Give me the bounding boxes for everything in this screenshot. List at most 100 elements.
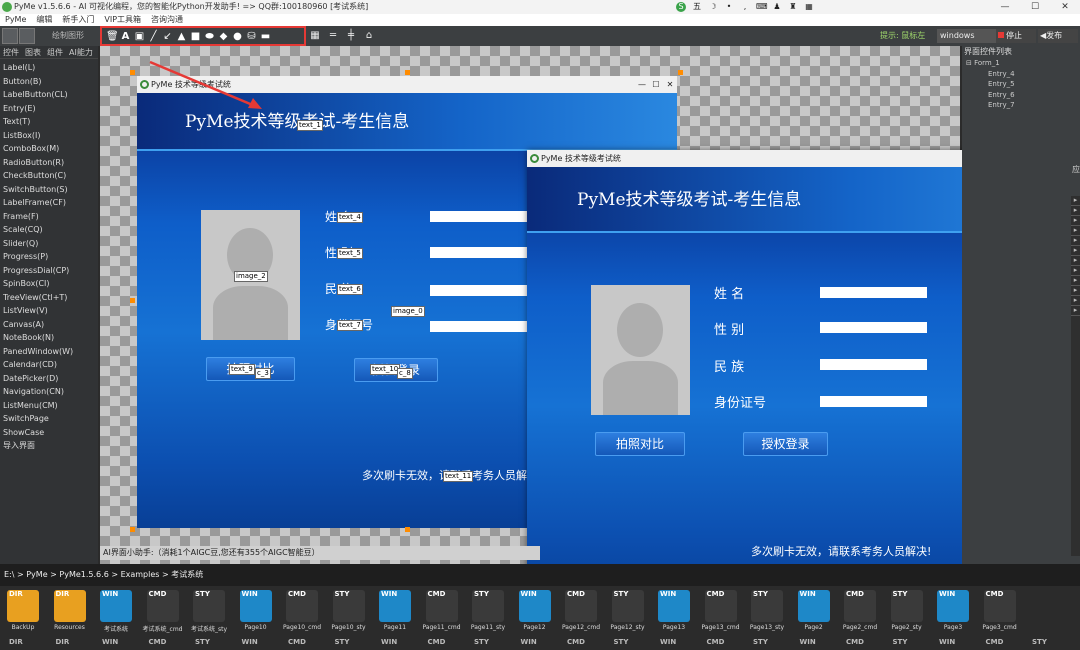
file-item[interactable]: WIN Page11 (372, 586, 419, 638)
file-item[interactable]: WIN Page10 (233, 586, 280, 638)
tab-components[interactable]: 组件 (47, 47, 63, 57)
platform-select[interactable]: windows (937, 29, 997, 43)
arrow-tool-icon[interactable]: ↙ (162, 31, 173, 42)
shirt-icon[interactable]: ♜ (788, 2, 798, 12)
widget-item[interactable]: Progress(P) (3, 250, 98, 264)
widget-item[interactable]: NoteBook(N) (3, 331, 98, 345)
triangle-tool-icon[interactable]: ▲ (176, 31, 187, 42)
ai-assistant-bar[interactable]: AI界面小助手:（消耗1个AIGC豆,您还有355个AIGC智能豆） (100, 546, 540, 560)
ellipse-tool-icon[interactable]: ⬬ (204, 31, 215, 42)
widget-item[interactable]: ComboBox(M) (3, 142, 98, 156)
design-entry-id[interactable] (430, 321, 530, 332)
tree-item-entry-4[interactable]: Entry_4 (962, 69, 1080, 80)
file-type-label[interactable]: CMD (419, 638, 466, 650)
file-type-label[interactable]: CMD (279, 638, 326, 650)
file-item[interactable]: CMD Page11_cmd (419, 586, 466, 638)
preview-entry-id[interactable] (820, 396, 927, 407)
file-type-label[interactable]: WIN (233, 638, 280, 650)
file-item[interactable]: CMD 考试系统_cmd (140, 586, 187, 638)
file-type-label[interactable]: STY (884, 638, 931, 650)
widget-item[interactable]: Entry(E) (3, 102, 98, 116)
file-item[interactable]: CMD Page12_cmd (558, 586, 605, 638)
menu-item-vip[interactable]: VIP工具箱 (104, 14, 141, 26)
preview-entry-gender[interactable] (820, 322, 927, 333)
tab-ai[interactable]: AI能力 (69, 47, 93, 57)
widget-item[interactable]: SpinBox(CI) (3, 277, 98, 291)
property-scrollbar[interactable]: ▸ ▸ ▸ ▸ ▸ ▸ ▸ ▸ ▸ ▸ ▸ ▸ (1071, 196, 1080, 556)
ime-mode[interactable]: 五 (692, 2, 702, 12)
file-item[interactable]: STY Page13_sty (744, 586, 791, 638)
file-item[interactable]: STY Page12_sty (605, 586, 652, 638)
file-type-label[interactable]: DIR (47, 638, 94, 650)
resize-handle-bm[interactable] (405, 527, 410, 532)
widget-item[interactable]: Label(L) (3, 61, 98, 75)
file-item[interactable]: CMD Page2_cmd (837, 586, 884, 638)
widget-item[interactable]: TreeView(Ctl+T) (3, 291, 98, 305)
preview-entry-ethnicity[interactable] (820, 359, 927, 370)
tab-controls[interactable]: 控件 (3, 47, 19, 57)
resize-handle-bl[interactable] (130, 527, 135, 532)
file-item[interactable]: WIN 考试系统 (93, 586, 140, 638)
file-type-label[interactable]: WIN (930, 638, 977, 650)
widget-item[interactable]: Navigation(CN) (3, 385, 98, 399)
widget-item[interactable]: SwitchButton(S) (3, 183, 98, 197)
design-minimize-icon[interactable]: — (635, 76, 649, 93)
publish-button[interactable]: ◀发布 (1038, 29, 1078, 43)
file-item[interactable]: STY Page11_sty (465, 586, 512, 638)
file-type-label[interactable]: CMD (140, 638, 187, 650)
file-item[interactable]: WIN Page12 (512, 586, 559, 638)
widget-item[interactable]: ProgressDial(CP) (3, 264, 98, 278)
file-item[interactable]: WIN Page3 (930, 586, 977, 638)
house-icon[interactable]: ⌂ (362, 30, 376, 42)
file-type-label[interactable]: DIR (0, 638, 47, 650)
draw-mode-button[interactable] (19, 28, 35, 44)
design-entry-ethnicity[interactable] (430, 285, 530, 296)
menu-item-edit[interactable]: 编辑 (36, 14, 52, 26)
file-type-label[interactable]: STY (744, 638, 791, 650)
hline-icon[interactable]: ═ (326, 30, 340, 42)
file-type-label[interactable]: WIN (512, 638, 559, 650)
close-button[interactable]: ✕ (1050, 0, 1080, 14)
menu-item-consult[interactable]: 咨询沟通 (151, 14, 183, 26)
minimize-button[interactable]: — (990, 0, 1020, 14)
widget-item[interactable]: SwitchPage (3, 412, 98, 426)
tree-item-entry-6[interactable]: Entry_6 (962, 90, 1080, 101)
widget-item[interactable]: CheckButton(C) (3, 169, 98, 183)
path-breadcrumb[interactable]: E:\ > PyMe > PyMe1.5.6.6 > Examples > 考试… (0, 564, 1080, 586)
file-type-label[interactable]: WIN (651, 638, 698, 650)
table-icon[interactable]: ▦ (308, 30, 322, 42)
keyboard-icon[interactable]: ⌨ (756, 2, 768, 12)
tree-item-entry-5[interactable]: Entry_5 (962, 79, 1080, 90)
file-item[interactable]: CMD Page3_cmd (977, 586, 1024, 638)
stop-button[interactable]: 停止 (996, 29, 1036, 43)
widget-item[interactable]: Scale(CQ) (3, 223, 98, 237)
widget-item[interactable]: LabelButton(CL) (3, 88, 98, 102)
file-type-label[interactable]: STY (326, 638, 373, 650)
design-close-icon[interactable]: ✕ (663, 76, 677, 93)
file-type-label[interactable]: CMD (837, 638, 884, 650)
maximize-button[interactable]: ☐ (1020, 0, 1050, 14)
file-type-label[interactable]: WIN (791, 638, 838, 650)
menu-item-beginner[interactable]: 新手入门 (62, 14, 94, 26)
widget-item[interactable]: LabelFrame(CF) (3, 196, 98, 210)
file-type-label[interactable]: WIN (372, 638, 419, 650)
file-item[interactable]: STY Page2_sty (884, 586, 931, 638)
file-type-label[interactable]: CMD (698, 638, 745, 650)
tree-item-entry-7[interactable]: Entry_7 (962, 100, 1080, 111)
image-tool-icon[interactable]: ▣ (134, 31, 145, 42)
design-entry-gender[interactable] (430, 247, 530, 258)
text-tool-icon[interactable]: A (120, 31, 131, 42)
file-item[interactable]: CMD Page10_cmd (279, 586, 326, 638)
file-type-label[interactable]: STY (186, 638, 233, 650)
widget-item[interactable]: Button(B) (3, 75, 98, 89)
widget-item[interactable]: Frame(F) (3, 210, 98, 224)
preview-authorize-button[interactable]: 授权登录 (743, 432, 828, 456)
comma-icon[interactable]: , (740, 2, 750, 12)
file-type-label[interactable]: STY (1023, 638, 1070, 650)
file-item[interactable]: STY Page10_sty (326, 586, 373, 638)
select-mode-button[interactable] (2, 28, 18, 44)
file-type-label[interactable]: STY (605, 638, 652, 650)
line-tool-icon[interactable]: ╱ (148, 31, 159, 42)
preview-entry-name[interactable] (820, 287, 927, 298)
resize-handle-tl[interactable] (130, 70, 135, 75)
